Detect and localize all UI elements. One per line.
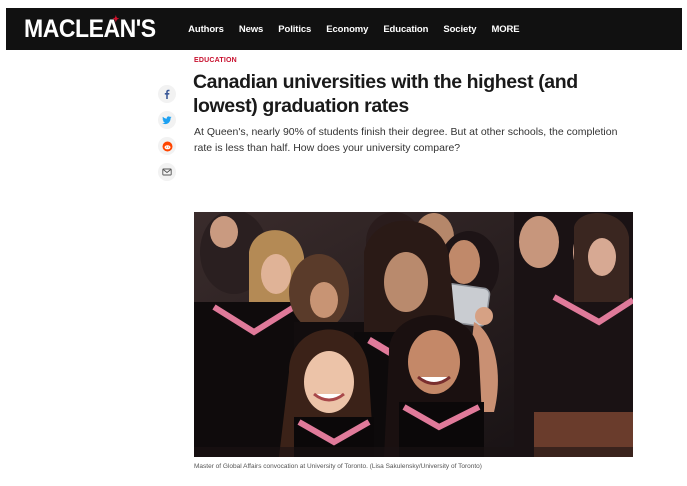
main-nav: Authors News Politics Economy Education …: [188, 24, 534, 35]
email-share-button[interactable]: [158, 163, 176, 181]
twitter-icon: [162, 116, 172, 125]
reddit-icon: [162, 141, 172, 151]
article-headline: Canadian universities with the highest (…: [193, 71, 578, 117]
nav-item-society[interactable]: Society: [443, 24, 476, 35]
twitter-share-button[interactable]: [158, 111, 176, 129]
site-header: MACLEAN'S ✦ Authors News Politics Econom…: [6, 8, 682, 50]
nav-item-authors[interactable]: Authors: [188, 24, 224, 35]
nav-item-more[interactable]: MORE: [491, 24, 519, 35]
nav-item-news[interactable]: News: [239, 24, 264, 35]
hero-photo: [194, 212, 633, 457]
graduation-selfie-image: [194, 212, 633, 457]
maple-leaf-icon: ✦: [112, 13, 119, 24]
nav-item-economy[interactable]: Economy: [326, 24, 368, 35]
facebook-icon: [164, 89, 170, 99]
facebook-share-button[interactable]: [158, 85, 176, 103]
email-icon: [162, 168, 172, 176]
photo-caption: Master of Global Affairs convocation at …: [194, 463, 482, 470]
site-logo[interactable]: MACLEAN'S ✦: [24, 13, 156, 43]
section-label[interactable]: EDUCATION: [194, 57, 237, 64]
reddit-share-button[interactable]: [158, 137, 176, 155]
nav-item-education[interactable]: Education: [383, 24, 428, 35]
logo-text: MACLEAN'S: [24, 14, 156, 43]
nav-item-politics[interactable]: Politics: [278, 24, 311, 35]
article-dek: At Queen's, nearly 90% of students finis…: [194, 126, 618, 154]
page-margin: [0, 0, 687, 8]
share-bar: [157, 85, 177, 189]
